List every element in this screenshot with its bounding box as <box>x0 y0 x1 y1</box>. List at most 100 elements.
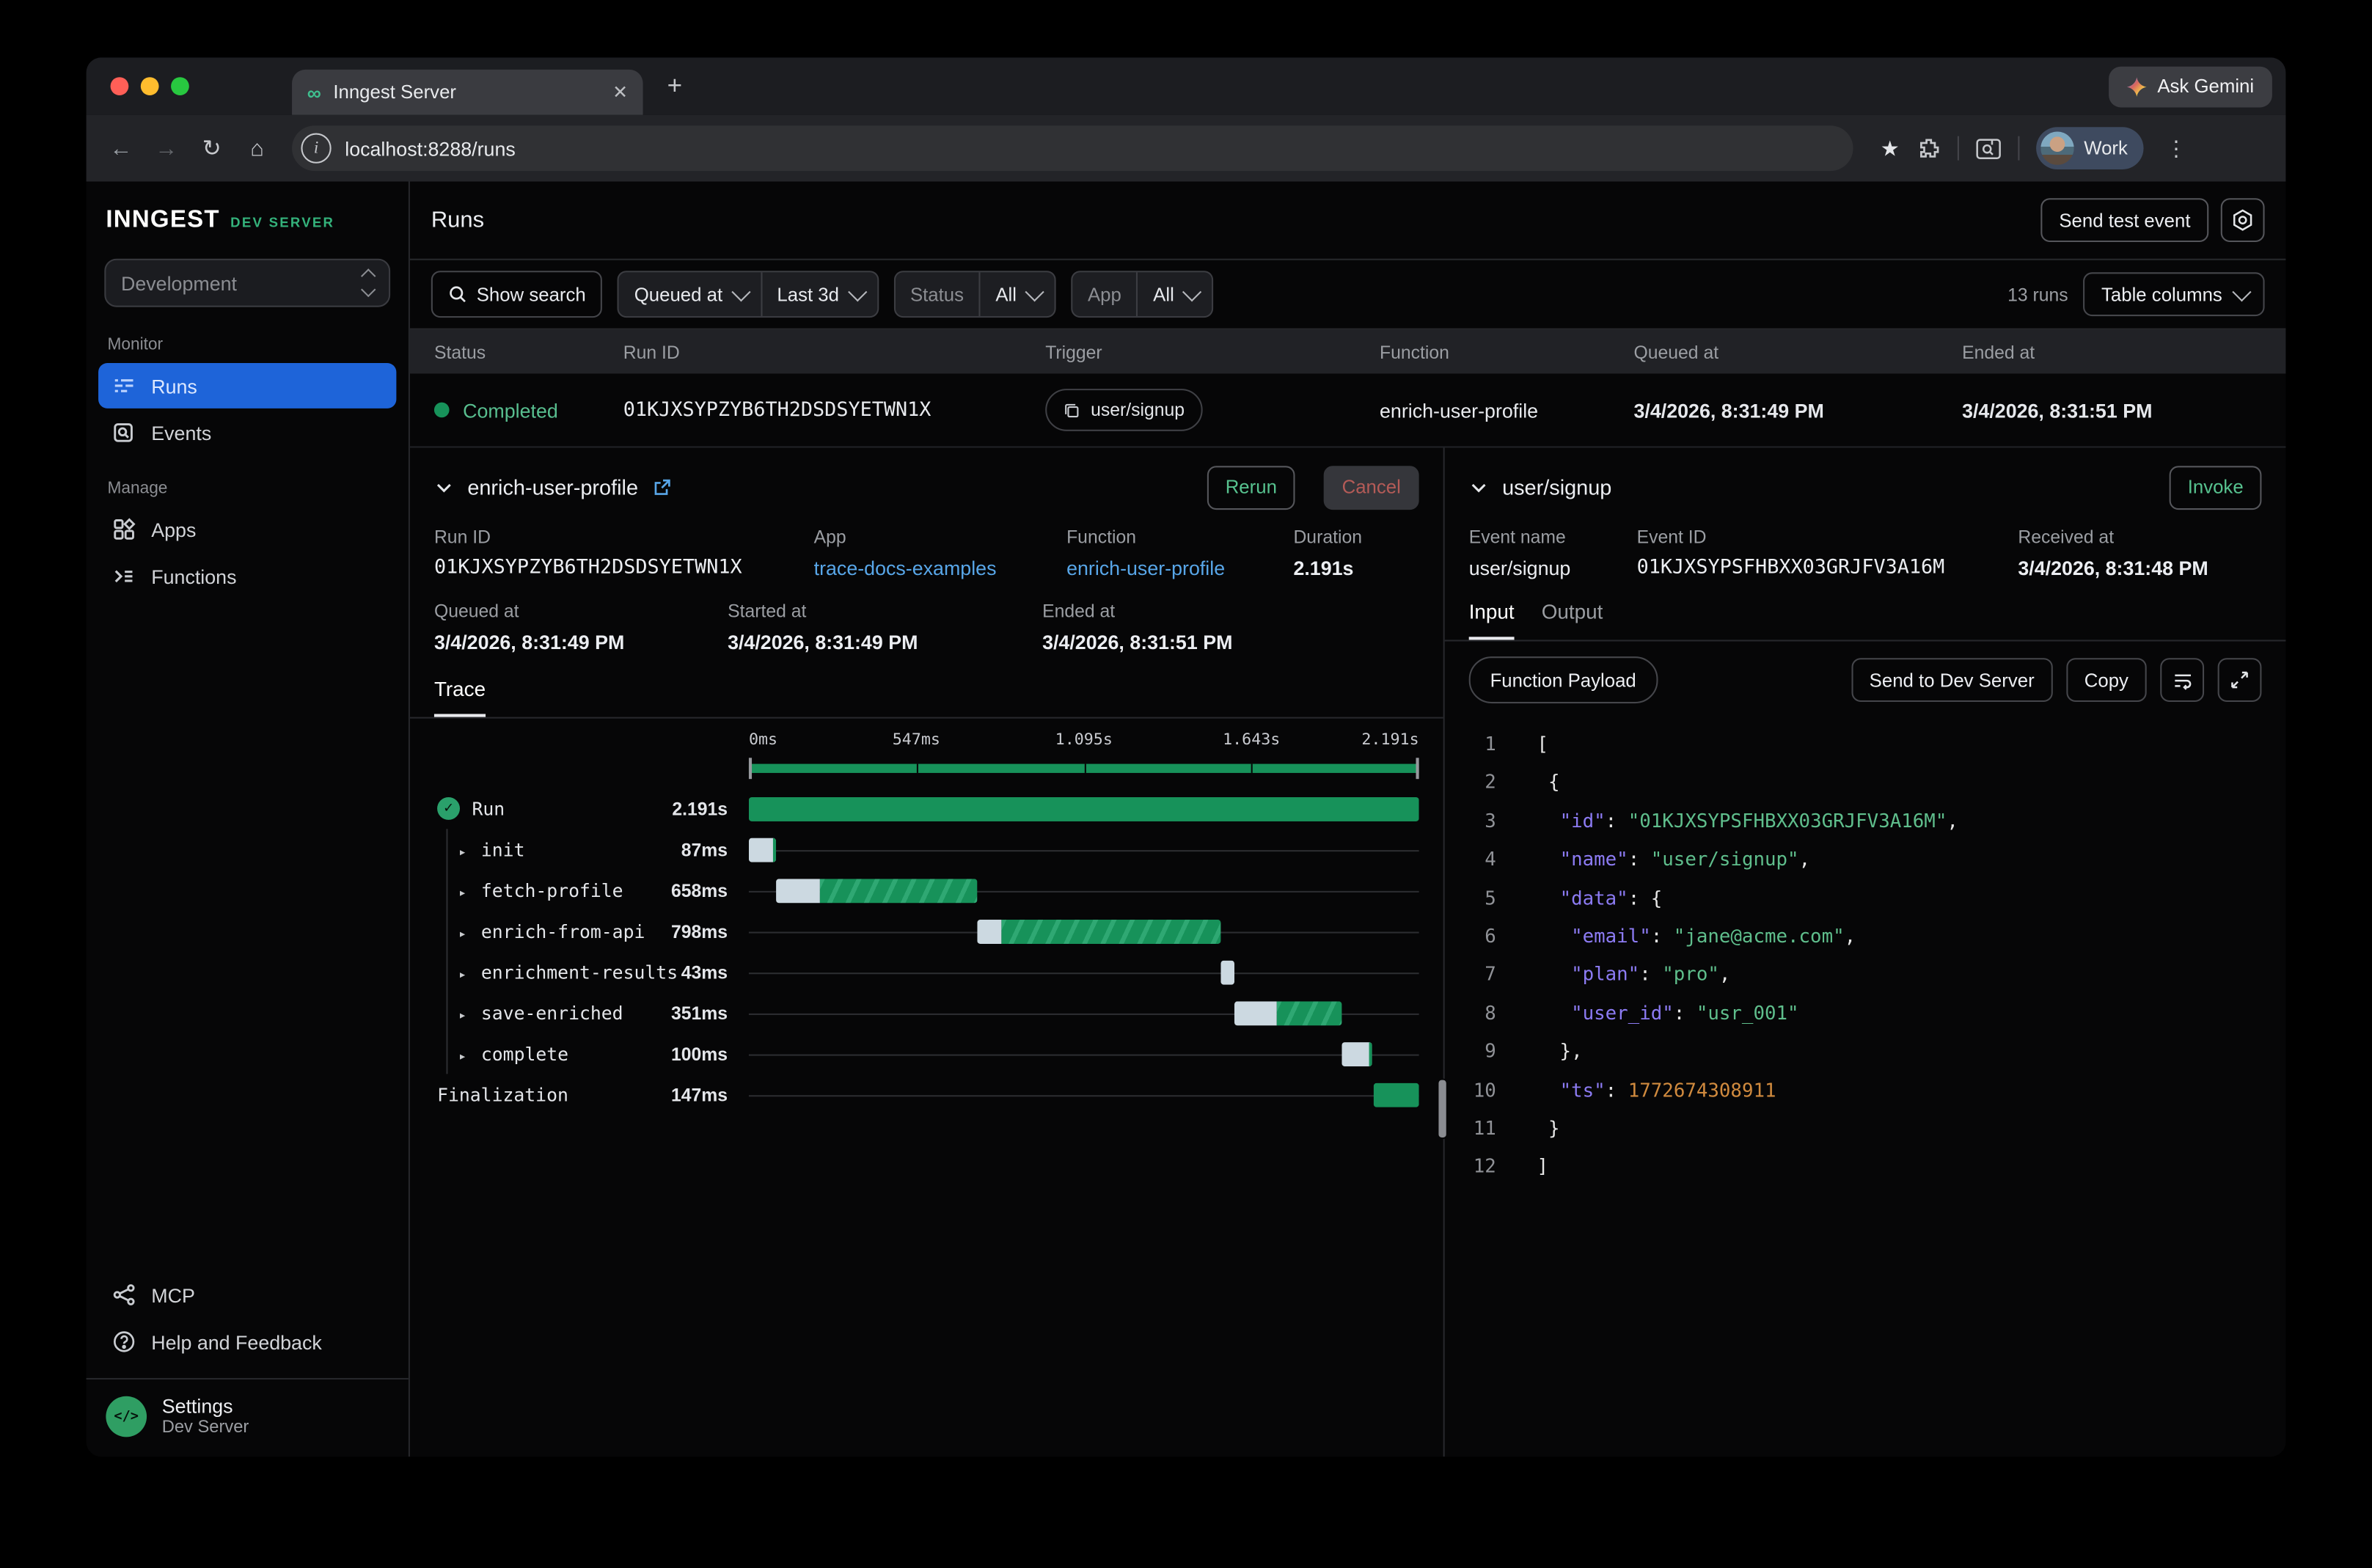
step-bar <box>749 796 1419 821</box>
expand-chevron-icon[interactable]: ▸ <box>458 1043 469 1064</box>
trigger-pill[interactable]: user/signup <box>1045 389 1203 431</box>
table-columns-button[interactable]: Table columns <box>2083 272 2264 316</box>
ask-gemini-button[interactable]: Ask Gemini <box>2109 66 2272 107</box>
event-name-value: user/signup <box>1469 557 1637 579</box>
zoom-window-button[interactable] <box>171 77 189 95</box>
sidebar-item-label: Runs <box>151 374 197 397</box>
step-name: Run <box>472 798 505 819</box>
close-tab-icon[interactable]: ✕ <box>612 81 628 103</box>
sidebar-item-events[interactable]: Events <box>98 410 396 455</box>
function-link[interactable]: enrich-user-profile <box>1066 557 1293 579</box>
trace-row-fetch-profile[interactable]: ▸fetch-profile658ms <box>434 870 1419 911</box>
tree-guide-line <box>446 829 447 1074</box>
ended-at-label: Ended at <box>1042 601 1232 622</box>
toolbar-divider <box>2017 136 2018 161</box>
close-window-button[interactable] <box>111 77 129 95</box>
field-function: Function enrich-user-profile <box>1066 527 1293 579</box>
word-wrap-button[interactable] <box>2160 658 2204 702</box>
expand-button[interactable] <box>2218 658 2262 702</box>
settings-gear-button[interactable] <box>2221 198 2265 242</box>
minimap-track[interactable] <box>749 758 1419 779</box>
sidebar-item-mcp[interactable]: MCP <box>98 1272 396 1318</box>
main-area: Runs Send test event <box>410 182 2286 1457</box>
browser-toolbar: ← → ↻ ⌂ i localhost:8288/runs ★ <box>87 115 2286 182</box>
app-filter-value[interactable]: All <box>1138 284 1212 305</box>
ended-at-cell: 3/4/2026, 8:31:51 PM <box>1962 398 2285 421</box>
settings-label: Settings <box>162 1395 249 1418</box>
new-tab-button[interactable]: + <box>667 71 682 101</box>
collapse-chevron-icon[interactable] <box>434 477 454 497</box>
collapse-chevron-icon[interactable] <box>1469 477 1489 497</box>
function-cell: enrich-user-profile <box>1380 398 1634 421</box>
expand-chevron-icon[interactable]: ▸ <box>458 1002 469 1023</box>
line-number: 7 <box>1469 955 1496 993</box>
url-bar[interactable]: i localhost:8288/runs <box>292 125 1853 171</box>
column-header-status: Status <box>410 341 623 362</box>
received-at-value: 3/4/2026, 8:31:48 PM <box>2018 557 2208 579</box>
tick-label: 2.191s <box>1361 730 1419 749</box>
sidebar-item-help-and-feedback[interactable]: Help and Feedback <box>98 1319 396 1365</box>
trace-row-enrichment-results[interactable]: ▸enrichment-results43ms <box>434 951 1419 992</box>
reload-icon[interactable]: ↻ <box>192 135 232 162</box>
extensions-icon[interactable] <box>1916 136 1940 161</box>
expand-chevron-icon[interactable]: ▸ <box>458 839 469 860</box>
rerun-button[interactable]: Rerun <box>1207 465 1295 509</box>
sidebar-item-runs[interactable]: Runs <box>98 363 396 409</box>
copy-button[interactable]: Copy <box>2066 658 2147 702</box>
app-link[interactable]: trace-docs-examples <box>814 557 1066 579</box>
sidebar-item-functions[interactable]: Functions <box>98 554 396 599</box>
time-field-filter[interactable]: Queued at Last 3d <box>618 271 879 318</box>
status-filter-value[interactable]: All <box>981 284 1055 305</box>
tick-label: 1.095s <box>1055 730 1113 749</box>
time-range-select[interactable]: Last 3d <box>762 284 877 305</box>
event-panel: user/signup Invoke Event name user/signu… <box>1445 448 2286 1457</box>
forward-icon[interactable]: → <box>147 136 186 161</box>
app-filter[interactable]: App All <box>1071 271 1213 318</box>
profile-chip[interactable]: Work <box>2035 127 2142 169</box>
column-header-queued-at: Queued at <box>1634 341 1963 362</box>
external-link-icon[interactable] <box>652 477 672 497</box>
share-nodes-icon <box>112 1283 136 1307</box>
trace-row-run[interactable]: ✓Run2.191s <box>434 788 1419 829</box>
send-to-dev-server-button[interactable]: Send to Dev Server <box>1851 658 2053 702</box>
status-filter[interactable]: Status All <box>893 271 1055 318</box>
tab-input[interactable]: Input <box>1469 601 1515 640</box>
profile-avatar <box>2040 131 2073 164</box>
trace-row-enrich-from-api[interactable]: ▸enrich-from-api798ms <box>434 911 1419 952</box>
tab-output[interactable]: Output <box>1542 601 1603 640</box>
back-icon[interactable]: ← <box>101 136 141 161</box>
side-panel-search-icon[interactable] <box>1975 137 2001 160</box>
browser-tab[interactable]: ∞ Inngest Server ✕ <box>292 70 643 115</box>
section-label-monitor: Monitor <box>87 313 409 362</box>
started-at-label: Started at <box>728 601 1042 622</box>
show-search-button[interactable]: Show search <box>431 271 603 318</box>
filters-bar: Show search Queued at Last 3d Status All <box>410 260 2286 330</box>
tab-trace[interactable]: Trace <box>434 678 486 717</box>
trace-row-save-enriched[interactable]: ▸save-enriched351ms <box>434 992 1419 1033</box>
cancel-button[interactable]: Cancel <box>1324 465 1419 509</box>
sidebar-item-apps[interactable]: Apps <box>98 507 396 552</box>
code-line: 1[ <box>1469 725 2262 763</box>
column-header-trigger: Trigger <box>1045 341 1380 362</box>
expand-chevron-icon[interactable]: ▸ <box>458 879 469 901</box>
kebab-menu-icon[interactable]: ⋮ <box>2165 136 2186 161</box>
home-icon[interactable]: ⌂ <box>238 136 277 161</box>
duration-label: Duration <box>1293 527 1362 548</box>
invoke-button[interactable]: Invoke <box>2170 465 2261 509</box>
run-detail-title: enrich-user-profile <box>467 475 638 499</box>
expand-chevron-icon[interactable]: ▸ <box>458 961 469 983</box>
environment-select[interactable]: Development <box>104 259 390 307</box>
expand-chevron-icon[interactable]: ▸ <box>458 920 469 942</box>
trace-row-finalization[interactable]: Finalization147ms <box>434 1074 1419 1115</box>
sidebar-settings[interactable]: </> Settings Dev Server <box>87 1378 409 1457</box>
toolbar-divider <box>1957 136 1958 161</box>
minimize-window-button[interactable] <box>141 77 159 95</box>
chevron-down-icon <box>1025 282 1044 301</box>
trace-row-init[interactable]: ▸init87ms <box>434 829 1419 870</box>
queued-at-select[interactable]: Queued at <box>619 284 761 305</box>
trace-row-complete[interactable]: ▸complete100ms <box>434 1033 1419 1074</box>
send-test-event-button[interactable]: Send test event <box>2041 198 2209 242</box>
bookmark-star-icon[interactable]: ★ <box>1881 136 1900 161</box>
run-table-row[interactable]: Completed 01KJXSYPZYB6TH2DSDSYETWN1X use… <box>410 373 2286 447</box>
info-icon[interactable]: i <box>301 133 331 164</box>
